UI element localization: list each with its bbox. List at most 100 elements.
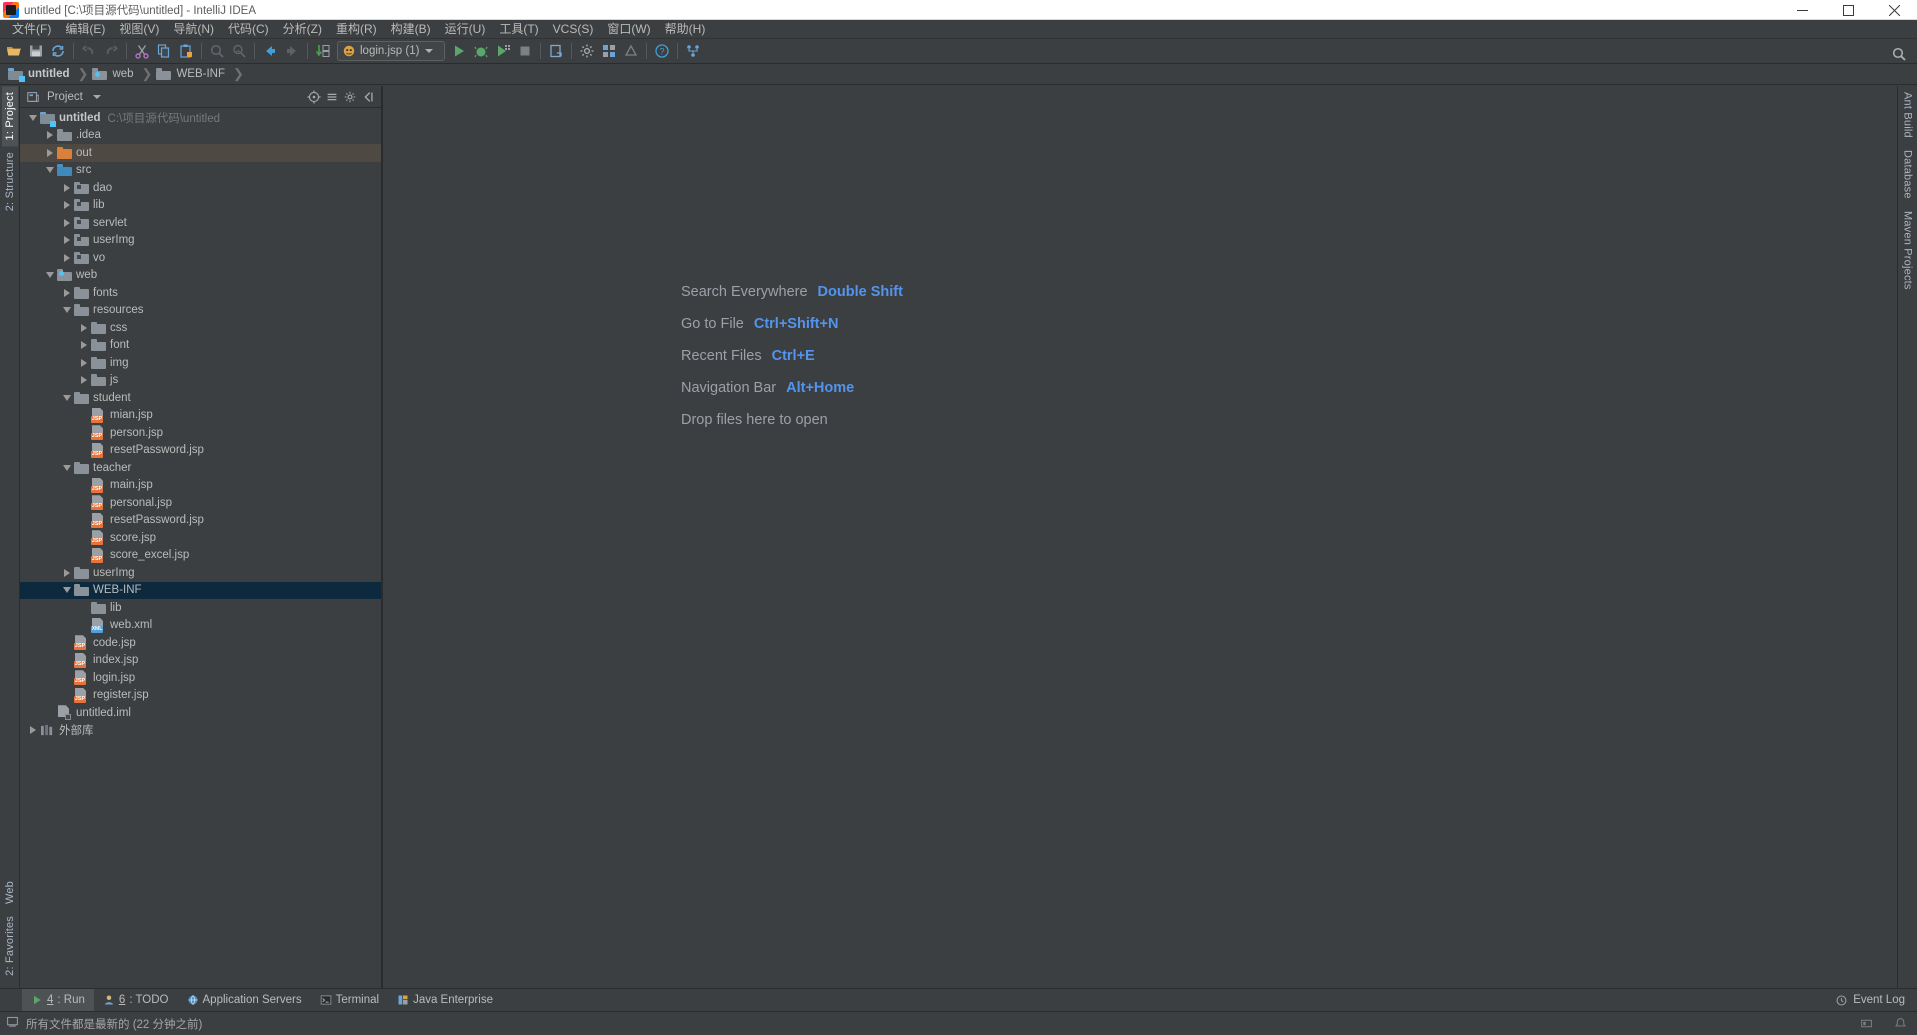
menu-item-2[interactable]: 视图(V) xyxy=(112,20,166,39)
tree-row[interactable]: XML web.xml xyxy=(20,617,381,635)
tree-row[interactable]: .idea xyxy=(20,127,381,145)
chevron-right-icon[interactable] xyxy=(60,179,73,196)
maximize-button[interactable] xyxy=(1825,0,1871,20)
bottom-tool-tab[interactable]: Terminal xyxy=(311,989,388,1012)
tree-row[interactable]: JSP person.jsp xyxy=(20,424,381,442)
tree-row[interactable]: lib xyxy=(20,599,381,617)
debug-icon[interactable] xyxy=(470,40,492,62)
tree-row[interactable]: css xyxy=(20,319,381,337)
vcs-operations-icon[interactable] xyxy=(682,40,704,62)
help-icon[interactable]: ? xyxy=(651,40,673,62)
save-all-icon[interactable] xyxy=(25,40,47,62)
chevron-right-icon[interactable] xyxy=(60,564,73,581)
find-usages-icon[interactable] xyxy=(228,40,250,62)
tree-row[interactable]: JSP index.jsp xyxy=(20,652,381,670)
redo-icon[interactable] xyxy=(100,40,122,62)
menu-item-10[interactable]: VCS(S) xyxy=(546,20,601,39)
chevron-down-icon[interactable] xyxy=(26,109,39,126)
tree-row[interactable]: JSP code.jsp xyxy=(20,634,381,652)
minimize-button[interactable] xyxy=(1779,0,1825,20)
tool-window-tab-favorites[interactable]: 2: Favorites xyxy=(2,910,18,982)
tool-window-tab-database[interactable]: Database xyxy=(1900,144,1916,205)
tree-row[interactable]: JSP resetPassword.jsp xyxy=(20,442,381,460)
collapse-all-icon[interactable] xyxy=(323,88,341,106)
tree-row[interactable]: JSP register.jsp xyxy=(20,687,381,705)
tool-window-tab-project[interactable]: 1: Project xyxy=(1,86,18,147)
tree-row[interactable]: WEB-INF xyxy=(20,581,381,599)
chevron-right-icon[interactable] xyxy=(60,214,73,231)
tool-window-tab-maven-projects[interactable]: Maven Projects xyxy=(1900,205,1916,296)
tree-row[interactable]: 外部库 xyxy=(20,722,381,740)
bottom-tool-tab[interactable]: 6: TODO xyxy=(94,989,178,1012)
chevron-down-icon[interactable] xyxy=(60,389,73,406)
menu-item-5[interactable]: 分析(Z) xyxy=(276,20,329,39)
tree-row[interactable]: web xyxy=(20,267,381,285)
menu-item-0[interactable]: 文件(F) xyxy=(5,20,58,39)
chevron-right-icon[interactable] xyxy=(77,337,90,354)
tree-row[interactable]: js xyxy=(20,372,381,390)
menu-item-7[interactable]: 构建(B) xyxy=(384,20,438,39)
chevron-right-icon[interactable] xyxy=(60,284,73,301)
menu-item-1[interactable]: 编辑(E) xyxy=(58,20,112,39)
tree-row[interactable]: teacher xyxy=(20,459,381,477)
tree-row[interactable]: userImg xyxy=(20,564,381,582)
close-button[interactable] xyxy=(1871,0,1917,20)
menu-item-8[interactable]: 运行(U) xyxy=(438,20,493,39)
tree-row[interactable]: JSP main.jsp xyxy=(20,477,381,495)
chevron-right-icon[interactable] xyxy=(60,249,73,266)
tree-row[interactable]: lib xyxy=(20,197,381,215)
sdk-manager-icon[interactable] xyxy=(620,40,642,62)
chevron-right-icon[interactable] xyxy=(26,722,39,739)
chevron-right-icon[interactable] xyxy=(60,232,73,249)
tree-row[interactable]: JSP resetPassword.jsp xyxy=(20,512,381,530)
back-icon[interactable] xyxy=(259,40,281,62)
chevron-right-icon[interactable] xyxy=(77,319,90,336)
sync-icon[interactable] xyxy=(47,40,69,62)
tree-row[interactable]: src xyxy=(20,162,381,180)
tree-row[interactable]: untitled.iml xyxy=(20,704,381,722)
scroll-from-source-icon[interactable] xyxy=(305,88,323,106)
tree-row[interactable]: userImg xyxy=(20,232,381,250)
run-configuration-selector[interactable]: login.jsp (1) xyxy=(337,41,445,61)
stop-icon[interactable] xyxy=(514,40,536,62)
menu-item-12[interactable]: 帮助(H) xyxy=(658,20,713,39)
tree-row[interactable]: JSP login.jsp xyxy=(20,669,381,687)
tree-row[interactable]: resources xyxy=(20,302,381,320)
notifications-icon[interactable] xyxy=(1894,1017,1917,1030)
chevron-down-icon[interactable] xyxy=(92,94,101,99)
tree-row[interactable]: servlet xyxy=(20,214,381,232)
undo-icon[interactable] xyxy=(78,40,100,62)
chevron-right-icon[interactable] xyxy=(43,127,56,144)
bottom-tool-tab[interactable]: 4: Run xyxy=(22,988,94,1012)
chevron-down-icon[interactable] xyxy=(43,267,56,284)
tree-row[interactable]: student xyxy=(20,389,381,407)
tree-row[interactable]: dao xyxy=(20,179,381,197)
chevron-down-icon[interactable] xyxy=(60,459,73,476)
chevron-right-icon[interactable] xyxy=(77,372,90,389)
tree-row[interactable]: JSP score_excel.jsp xyxy=(20,547,381,565)
find-icon[interactable] xyxy=(206,40,228,62)
paste-icon[interactable] xyxy=(175,40,197,62)
menu-item-3[interactable]: 导航(N) xyxy=(166,20,221,39)
gear-icon[interactable] xyxy=(341,88,359,106)
tree-row[interactable]: img xyxy=(20,354,381,372)
chevron-down-icon[interactable] xyxy=(60,302,73,319)
chevron-right-icon[interactable] xyxy=(60,197,73,214)
chevron-right-icon[interactable] xyxy=(77,354,90,371)
breadcrumb-item[interactable]: web xyxy=(92,64,135,85)
event-log-button[interactable]: Event Log xyxy=(1835,994,1917,1007)
menu-item-11[interactable]: 窗口(W) xyxy=(600,20,657,39)
memory-indicator-icon[interactable] xyxy=(1860,1017,1887,1030)
breadcrumb-item[interactable]: WEB-INF xyxy=(156,64,227,85)
compile-icon[interactable] xyxy=(312,40,334,62)
menu-item-6[interactable]: 重构(R) xyxy=(329,20,384,39)
search-everywhere-icon[interactable] xyxy=(1888,43,1910,65)
run-icon[interactable] xyxy=(448,40,470,62)
cut-icon[interactable] xyxy=(131,40,153,62)
breadcrumb-item[interactable]: untitled xyxy=(8,64,72,85)
tree-row[interactable]: JSP mian.jsp xyxy=(20,407,381,425)
chevron-down-icon[interactable] xyxy=(60,582,73,599)
tree-row[interactable]: JSP score.jsp xyxy=(20,529,381,547)
tree-row[interactable]: fonts xyxy=(20,284,381,302)
menu-item-9[interactable]: 工具(T) xyxy=(492,20,545,39)
